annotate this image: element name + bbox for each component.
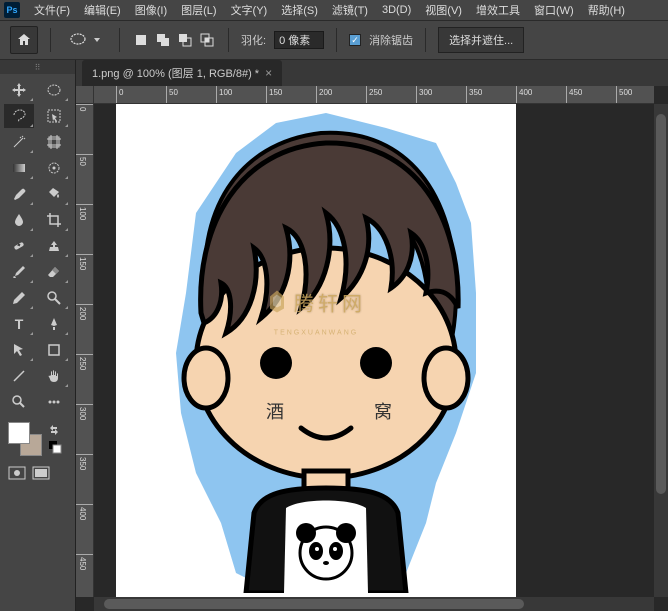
home-icon <box>16 32 32 48</box>
menu-view[interactable]: 视图(V) <box>419 0 468 20</box>
chevron-down-icon <box>93 36 101 44</box>
ruler-origin[interactable] <box>76 86 94 104</box>
feather-input[interactable] <box>274 31 324 49</box>
foreground-color[interactable] <box>8 422 30 444</box>
canvas-area: 1.png @ 100% (图层 1, RGB/8#) * × 05010015… <box>76 60 668 611</box>
document-tab[interactable]: 1.png @ 100% (图层 1, RGB/8#) * × <box>82 60 282 86</box>
type-tool[interactable]: T <box>4 312 34 336</box>
crop-tool[interactable] <box>39 208 69 232</box>
tool-preset-dropdown[interactable] <box>63 30 107 50</box>
menu-file[interactable]: 文件(F) <box>28 0 76 20</box>
tab-title: 1.png @ 100% (图层 1, RGB/8#) * <box>92 65 259 81</box>
menu-type[interactable]: 文字(Y) <box>225 0 274 20</box>
ruler-vertical[interactable]: 050100150200250300350400450500 <box>76 104 94 597</box>
menu-help[interactable]: 帮助(H) <box>582 0 631 20</box>
menu-layer[interactable]: 图层(L) <box>175 0 222 20</box>
menu-edit[interactable]: 编辑(E) <box>78 0 127 20</box>
swap-colors-icon[interactable] <box>48 424 60 436</box>
magic-wand-tool[interactable] <box>4 130 34 154</box>
scrollbar-vertical[interactable] <box>654 104 668 597</box>
canvas-artwork: 酒 窝 <box>126 104 506 593</box>
divider <box>50 28 51 52</box>
screenmode-icon[interactable] <box>32 466 50 483</box>
dodge-tool[interactable] <box>39 286 69 310</box>
divider <box>425 28 426 52</box>
pencil-tool[interactable] <box>4 286 34 310</box>
app-icon: Ps <box>4 2 20 18</box>
toolbox-grip[interactable]: ⠿ <box>0 60 75 74</box>
path-select-tool[interactable] <box>4 338 34 362</box>
toolbox-bottom <box>0 462 75 487</box>
selection-add-icon[interactable] <box>154 31 172 49</box>
eraser-tool[interactable] <box>39 260 69 284</box>
feather-label: 羽化: <box>241 32 266 48</box>
eyedropper-tool[interactable] <box>4 182 34 206</box>
blur-tool[interactable] <box>4 208 34 232</box>
divider <box>228 28 229 52</box>
watermark-icon <box>266 289 288 315</box>
menu-bar: Ps 文件(F) 编辑(E) 图像(I) 图层(L) 文字(Y) 选择(S) 滤… <box>0 0 668 20</box>
cheek-text-right: 窝 <box>374 402 392 422</box>
color-swatches <box>0 418 75 462</box>
canvas-viewport[interactable]: 酒 窝 <box>94 104 654 597</box>
antialias-checkbox[interactable]: ✓ <box>349 34 361 46</box>
antialias-label: 消除锯齿 <box>369 32 413 48</box>
lasso-tool[interactable] <box>4 104 34 128</box>
options-bar: 羽化: ✓ 消除锯齿 选择并遮住... <box>0 20 668 60</box>
object-select-tool[interactable] <box>39 104 69 128</box>
frame-tool[interactable] <box>39 130 69 154</box>
gradient-tool[interactable] <box>4 156 34 180</box>
toolbox-panel: ⠿ T <box>0 60 76 611</box>
lasso-icon <box>69 32 89 48</box>
menu-filter[interactable]: 滤镜(T) <box>326 0 374 20</box>
menu-plugins[interactable]: 增效工具 <box>470 0 526 20</box>
paint-bucket-tool[interactable] <box>39 182 69 206</box>
divider <box>336 28 337 52</box>
scrollbar-horizontal[interactable] <box>94 597 654 611</box>
svg-text:T: T <box>15 316 24 332</box>
tab-close-button[interactable]: × <box>265 66 272 80</box>
menu-select[interactable]: 选择(S) <box>275 0 324 20</box>
zoom-tool[interactable] <box>4 390 34 414</box>
menu-window[interactable]: 窗口(W) <box>528 0 580 20</box>
selection-subtract-icon[interactable] <box>176 31 194 49</box>
edit-toolbar[interactable] <box>39 390 69 414</box>
document-tab-bar: 1.png @ 100% (图层 1, RGB/8#) * × <box>76 60 668 86</box>
selection-new-icon[interactable] <box>132 31 150 49</box>
menu-image[interactable]: 图像(I) <box>129 0 173 20</box>
toolbox: T <box>0 74 75 418</box>
brush-tool[interactable] <box>4 260 34 284</box>
select-and-mask-button[interactable]: 选择并遮住... <box>438 27 524 53</box>
watermark-subtitle: TENGXUANWANG <box>274 329 358 336</box>
move-tool[interactable] <box>4 78 34 102</box>
marquee-tool[interactable] <box>39 78 69 102</box>
clone-stamp-tool[interactable] <box>39 234 69 258</box>
hand-tool[interactable] <box>39 364 69 388</box>
selection-mode-group <box>132 31 216 49</box>
healing-brush-tool[interactable] <box>4 234 34 258</box>
ruler-horizontal[interactable]: 050100150200250300350400450500 <box>94 86 654 104</box>
home-button[interactable] <box>10 26 38 54</box>
cheek-text-left: 酒 <box>266 402 284 422</box>
shape-tool[interactable] <box>39 338 69 362</box>
menu-3d[interactable]: 3D(D) <box>376 2 417 18</box>
quickmask-icon[interactable] <box>8 466 26 483</box>
default-colors-icon[interactable] <box>48 440 62 454</box>
divider <box>119 28 120 52</box>
pen-tool[interactable] <box>39 312 69 336</box>
line-tool[interactable] <box>4 364 34 388</box>
selection-intersect-icon[interactable] <box>198 31 216 49</box>
canvas[interactable]: 酒 窝 <box>116 104 516 597</box>
quick-select-tool[interactable] <box>39 156 69 180</box>
watermark: 腾轩网 <box>266 287 366 316</box>
